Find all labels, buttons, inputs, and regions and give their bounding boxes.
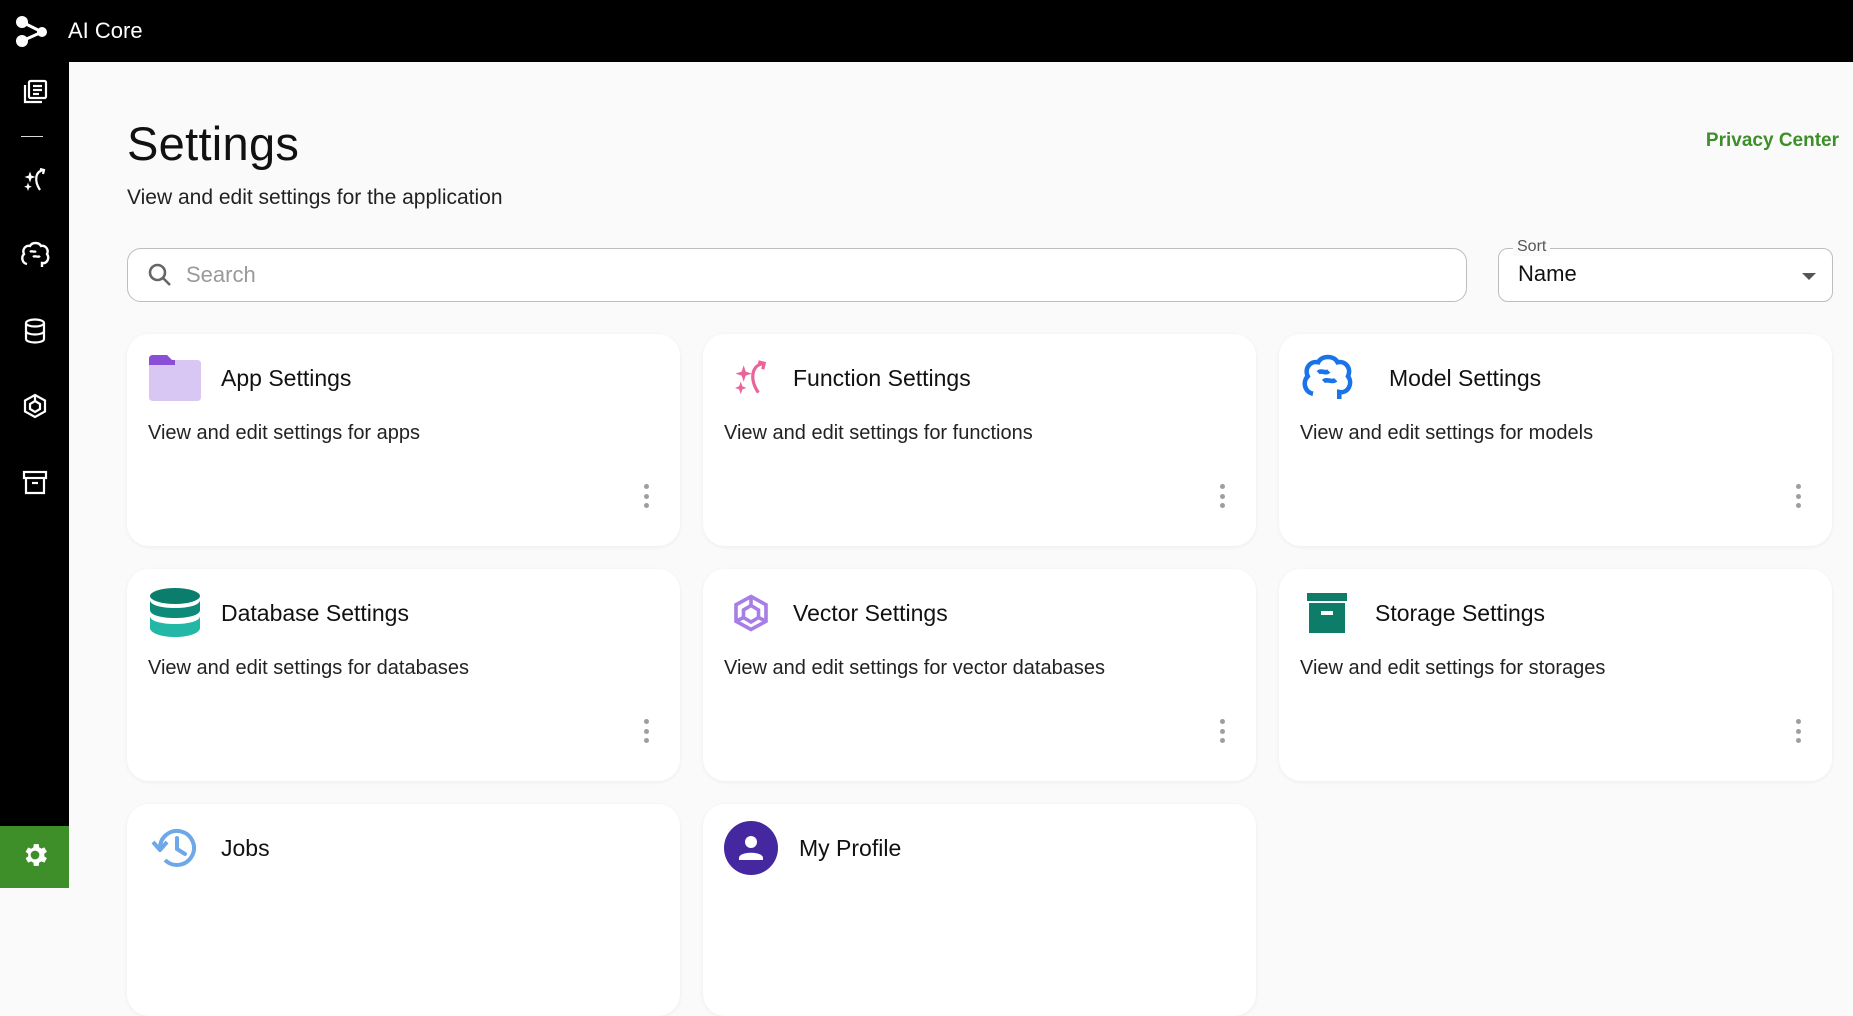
main-content: Settings View and edit settings for the … xyxy=(69,62,1853,1016)
hexagon-cube-icon xyxy=(723,585,779,641)
card-title: Function Settings xyxy=(793,365,971,391)
card-title: Storage Settings xyxy=(1375,600,1546,626)
card-description: View and edit settings for models xyxy=(1300,422,1594,444)
brain-icon xyxy=(19,240,51,275)
more-vert-icon[interactable] xyxy=(1794,484,1802,508)
search-box[interactable] xyxy=(127,248,1467,302)
chevron-down-icon xyxy=(1802,273,1816,280)
more-vert-icon[interactable] xyxy=(642,484,650,508)
card-function-settings[interactable]: Function Settings View and edit settings… xyxy=(703,334,1256,546)
card-title: My Profile xyxy=(799,835,902,861)
search-icon xyxy=(146,261,174,289)
card-description: View and edit settings for databases xyxy=(148,657,469,679)
card-title: Model Settings xyxy=(1389,365,1542,391)
card-my-profile[interactable]: My Profile xyxy=(703,804,1256,1016)
sort-select[interactable]: Sort Name xyxy=(1498,238,1833,302)
library-books-icon xyxy=(21,78,49,111)
archive-icon xyxy=(1299,585,1355,641)
app-title: AI Core xyxy=(68,18,143,43)
card-description: View and edit settings for vector databa… xyxy=(724,657,1105,679)
sidebar-item-databases[interactable] xyxy=(0,303,69,363)
sidebar-item-settings[interactable] xyxy=(0,826,69,888)
search-input[interactable] xyxy=(186,262,1386,288)
folder-icon xyxy=(147,350,203,406)
privacy-center-link[interactable]: Privacy Center xyxy=(1706,130,1839,152)
card-database-settings[interactable]: Database Settings View and edit settings… xyxy=(127,569,680,781)
card-description: View and edit settings for storages xyxy=(1300,657,1606,679)
sparkle-function-icon xyxy=(723,350,779,406)
top-bar: AI Core xyxy=(0,0,1853,62)
card-title: Database Settings xyxy=(221,600,409,626)
card-model-settings[interactable]: Model Settings View and edit settings fo… xyxy=(1279,334,1832,546)
database-icon xyxy=(22,317,48,350)
sort-label: Sort xyxy=(1513,238,1551,256)
more-vert-icon[interactable] xyxy=(1794,719,1802,743)
card-description: View and edit settings for functions xyxy=(724,422,1033,444)
person-icon xyxy=(723,820,779,876)
card-title: App Settings xyxy=(221,365,352,391)
card-jobs[interactable]: Jobs xyxy=(127,804,680,1016)
page-title: Settings xyxy=(127,117,300,170)
sidebar-item-storages[interactable] xyxy=(0,454,69,514)
more-vert-icon[interactable] xyxy=(1218,719,1226,743)
sidebar-item-models[interactable] xyxy=(0,227,69,287)
card-app-settings[interactable]: App Settings View and edit settings for … xyxy=(127,334,680,546)
brain-icon xyxy=(1299,350,1355,406)
sidebar-divider xyxy=(21,136,43,137)
sparkle-function-icon xyxy=(20,165,50,200)
more-vert-icon[interactable] xyxy=(642,719,650,743)
card-storage-settings[interactable]: Storage Settings View and edit settings … xyxy=(1279,569,1832,781)
hexagon-cube-icon xyxy=(21,392,49,425)
sidebar-item-functions[interactable] xyxy=(0,152,69,212)
card-title: Vector Settings xyxy=(793,600,948,626)
more-vert-icon[interactable] xyxy=(1218,484,1226,508)
gear-icon xyxy=(20,840,50,875)
page-subtitle: View and edit settings for the applicati… xyxy=(127,186,503,209)
database-icon xyxy=(147,585,203,641)
history-icon xyxy=(147,820,203,876)
sidebar xyxy=(0,62,69,888)
sort-value: Name xyxy=(1518,261,1577,286)
sidebar-item-vectors[interactable] xyxy=(0,378,69,438)
card-description: View and edit settings for apps xyxy=(148,422,421,444)
app-logo-icon[interactable] xyxy=(12,11,52,51)
sidebar-item-catalog[interactable] xyxy=(0,64,69,124)
archive-icon xyxy=(21,468,49,501)
card-vector-settings[interactable]: Vector Settings View and edit settings f… xyxy=(703,569,1256,781)
card-title: Jobs xyxy=(221,835,270,861)
